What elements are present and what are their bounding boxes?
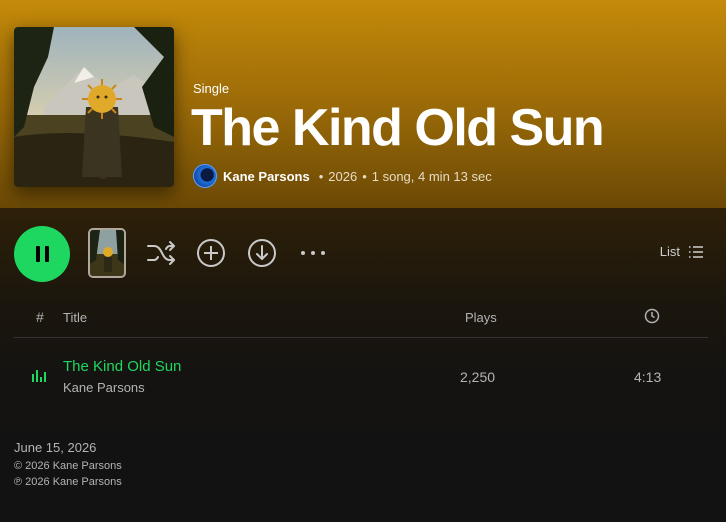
shuffle-button[interactable] [144,236,178,270]
release-date: June 15, 2026 [14,440,97,455]
clock-icon [644,308,660,324]
action-bar: List [0,208,726,298]
view-label: List [659,244,680,259]
download-icon [248,239,276,267]
column-number: # [36,309,44,325]
list-icon [689,245,703,258]
column-plays[interactable]: Plays [465,310,497,325]
artist-link[interactable]: Kane Parsons [223,169,310,184]
track-duration: 4:13 [634,369,662,385]
pause-icon [35,246,40,262]
album-summary: 1 song, 4 min 13 sec [371,168,492,184]
track-plays: 2,250 [460,369,496,385]
track-artist[interactable]: Kane Parsons [63,380,145,395]
artist-avatar[interactable] [193,164,217,188]
download-button[interactable] [245,236,279,270]
track-title[interactable]: The Kind Old Sun [63,358,181,375]
column-title[interactable]: Title [63,310,87,325]
track-table-header: # Title Plays [14,306,708,338]
view-toggle-button[interactable]: List [660,244,704,259]
main-content: List # Title Plays The Kind Old Sun Kane… [0,208,726,522]
meta-separator: • [318,168,324,184]
table-row[interactable]: The Kind Old Sun Kane Parsons 2,250 4:13 [14,348,708,404]
add-icon [197,239,225,267]
meta-separator: • [362,168,367,184]
album-title: The Kind Old Sun [191,99,605,157]
release-year: 2026 [328,168,358,184]
release-info: June 15, 2026 © 2026 Kane Parsons ℗ 2026… [14,440,122,492]
album-meta: Kane Parsons • 2026 • 1 song, 4 min 13 s… [193,164,492,188]
column-duration[interactable] [644,308,660,327]
shuffle-icon [147,241,175,265]
album-preview-button[interactable] [88,228,126,278]
equalizer-icon [32,370,46,382]
pause-button[interactable] [14,226,70,282]
release-type: Single [193,81,230,96]
album-header: Single The Kind Old Sun Kane Parsons • 2… [0,0,726,208]
album-cover [14,27,174,187]
add-to-library-button[interactable] [194,236,228,270]
pause-icon [44,246,49,262]
copyright-text: © 2026 Kane Parsons [14,460,122,472]
more-options-button[interactable] [296,236,330,270]
more-icon [301,251,325,255]
phonogram-text: ℗ 2026 Kane Parsons [14,476,122,488]
